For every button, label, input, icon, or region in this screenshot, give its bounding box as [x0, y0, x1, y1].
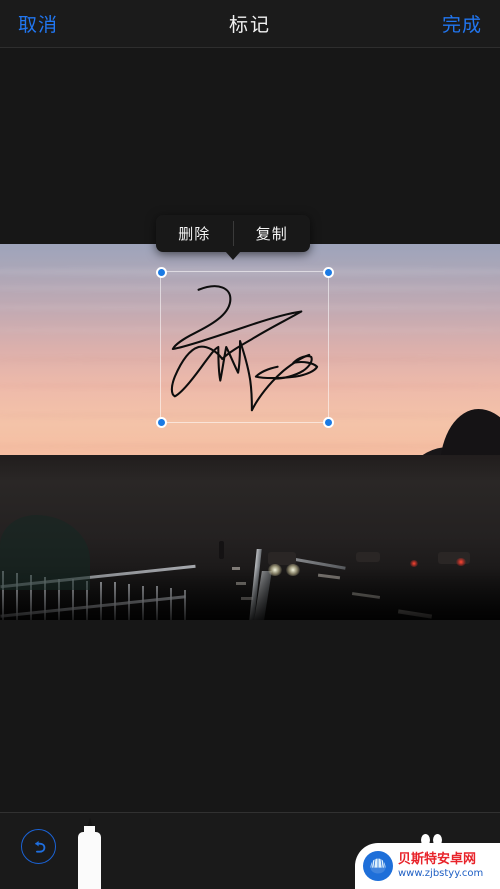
marker-pen-tool[interactable]	[78, 818, 101, 889]
watermark-text: 贝斯特安卓网 www.zjbstyy.com	[398, 853, 483, 879]
watermark-logo-icon	[363, 851, 393, 881]
signature-drawing[interactable]	[161, 272, 328, 422]
watermark-url: www.zjbstyy.com	[398, 867, 484, 879]
page-title: 标记	[228, 14, 271, 36]
context-menu-item-copy[interactable]: 复制	[234, 215, 311, 252]
site-watermark: 贝斯特安卓网 www.zjbstyy.com	[355, 834, 500, 889]
resize-handle-top-left[interactable]	[155, 266, 167, 278]
top-navigation-bar: 取消 标记 完成	[0, 0, 500, 48]
context-menu-arrow	[225, 251, 241, 260]
resize-handle-bottom-left[interactable]	[155, 416, 167, 428]
cancel-button[interactable]: 取消	[18, 10, 58, 37]
watermark-ears-decoration	[421, 834, 443, 846]
context-menu: 删除 复制	[156, 215, 311, 260]
undo-arrow-icon	[34, 840, 45, 853]
done-button[interactable]: 完成	[442, 10, 482, 37]
markup-canvas[interactable]: 删除 复制	[0, 48, 500, 812]
undo-button[interactable]	[21, 829, 56, 864]
watermark-site-name: 贝斯特安卓网	[398, 852, 477, 868]
markup-editor-screen: 取消 标记 完成 删除 复制 贝斯特安卓网 www.zjbstyy.com	[0, 0, 500, 889]
signature-selection-box[interactable]	[155, 266, 334, 428]
resize-handle-bottom-right[interactable]	[322, 416, 334, 428]
pen-body	[78, 832, 101, 889]
context-menu-item-delete[interactable]: 删除	[156, 215, 233, 252]
resize-handle-top-right[interactable]	[322, 266, 334, 278]
